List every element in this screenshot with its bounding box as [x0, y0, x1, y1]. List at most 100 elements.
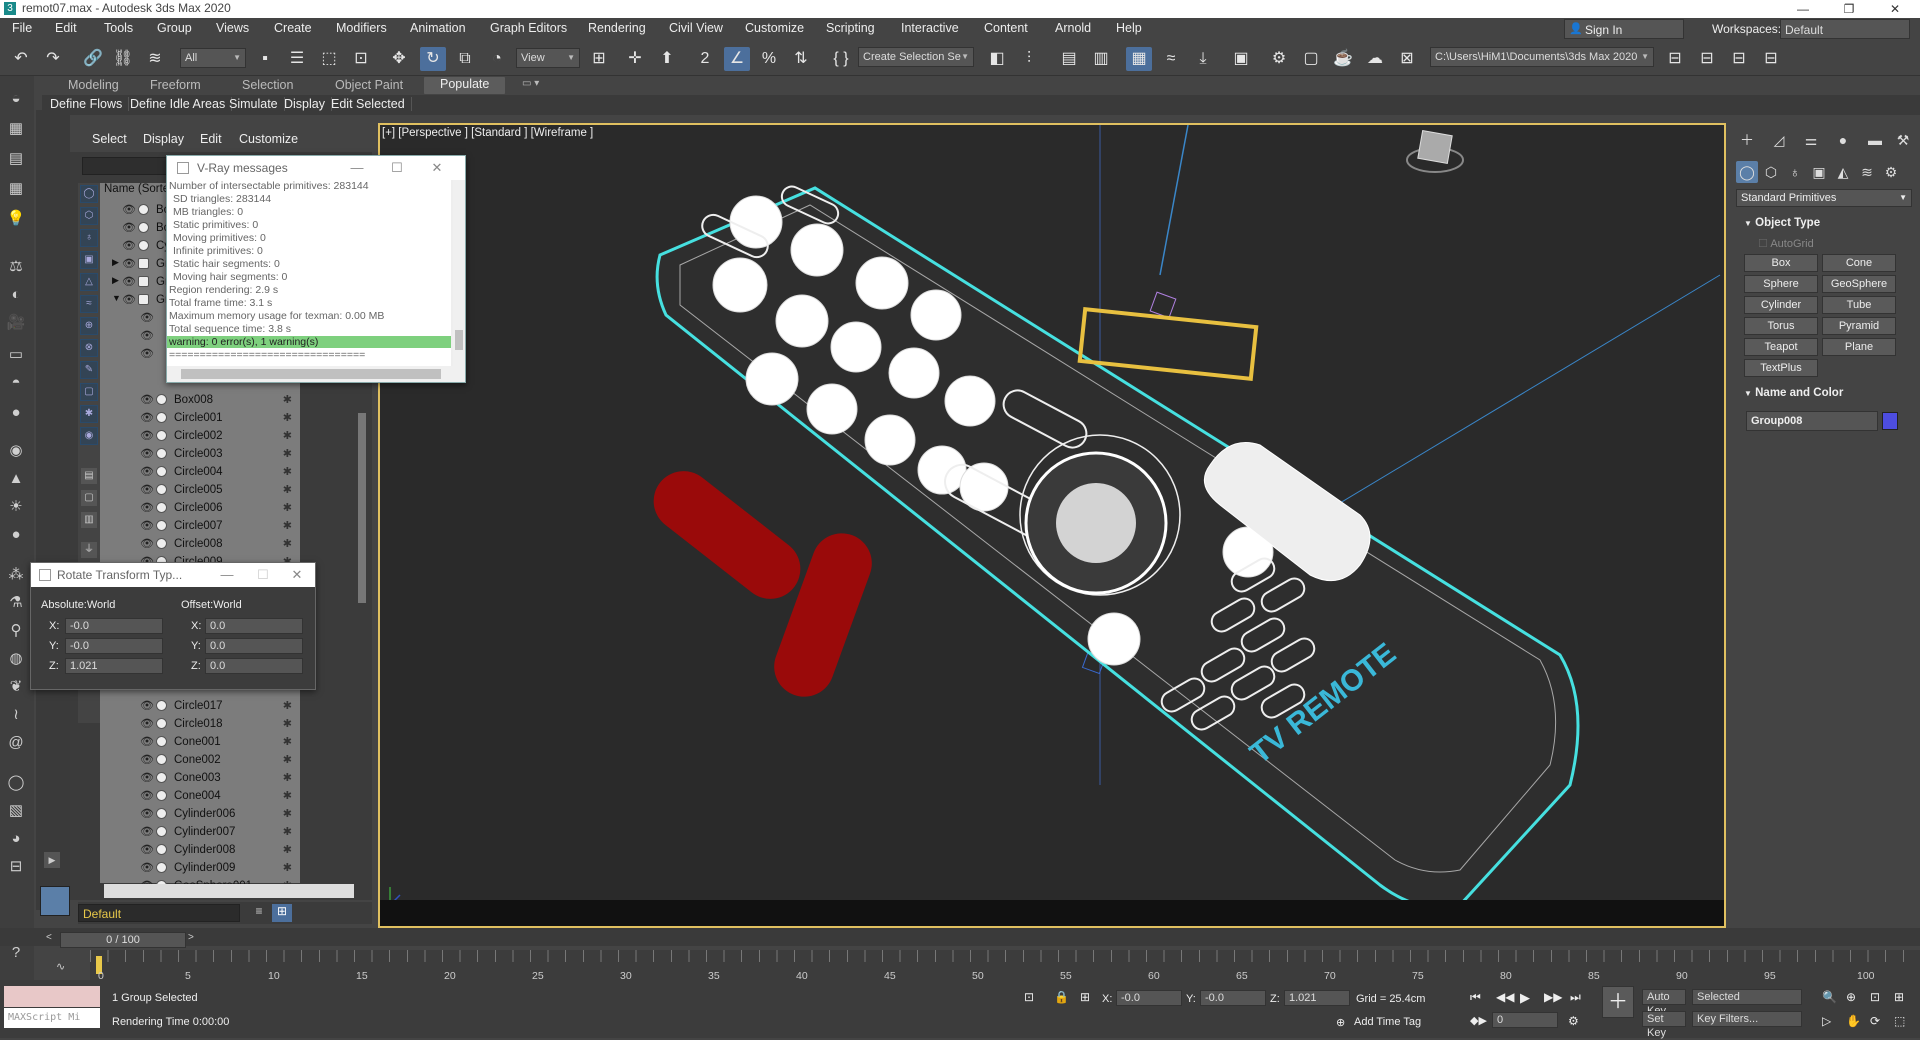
- play-icon[interactable]: ▶: [1520, 990, 1530, 1006]
- tab-selection[interactable]: Selection: [242, 78, 293, 92]
- helpers-icon[interactable]: ◭: [1832, 161, 1854, 183]
- scene-menu-customize[interactable]: Customize: [239, 132, 298, 146]
- menu-interactive[interactable]: Interactive: [901, 21, 959, 35]
- coord-z-field[interactable]: 1.021: [1284, 990, 1350, 1006]
- restore-icon[interactable]: ❐: [1826, 0, 1872, 18]
- rotate-minimize-icon[interactable]: —: [217, 566, 237, 584]
- table-row[interactable]: 👁 Cone003 ✱: [100, 769, 300, 787]
- menu-animation[interactable]: Animation: [410, 21, 466, 35]
- menu-modifiers[interactable]: Modifiers: [336, 21, 387, 35]
- filter-page-icon[interactable]: ▤: [80, 467, 98, 485]
- scale-icon[interactable]: ⧉: [452, 47, 478, 71]
- abs-z-spinner[interactable]: 1.021: [65, 658, 163, 674]
- menu-group[interactable]: Group: [157, 21, 192, 35]
- sphere-icon[interactable]: ●: [5, 402, 27, 424]
- table-row[interactable]: 👁 Cone004 ✱: [100, 787, 300, 805]
- render-cloud-icon[interactable]: ☁: [1362, 47, 1388, 71]
- box-button[interactable]: Box: [1744, 254, 1818, 272]
- project-settings-icon[interactable]: ⊟: [1758, 47, 1784, 71]
- hair-icon[interactable]: ≀: [5, 704, 27, 726]
- filter-all-icon[interactable]: ✱: [80, 405, 98, 423]
- tab-populate[interactable]: Populate: [424, 77, 506, 94]
- abs-x-spinner[interactable]: -0.0: [65, 618, 163, 634]
- table-row[interactable]: 👁 Circle007 ✱: [100, 517, 300, 535]
- table-row[interactable]: 👁 Circle017 ✱: [100, 697, 300, 715]
- display-tab-icon[interactable]: ▬: [1864, 129, 1886, 151]
- filter-lights-icon[interactable]: ♁: [80, 229, 98, 247]
- tab-object-paint[interactable]: Object Paint: [335, 78, 403, 92]
- menu-rendering[interactable]: Rendering: [588, 21, 646, 35]
- redo-icon[interactable]: ↷: [40, 47, 66, 71]
- move-icon[interactable]: ✥: [386, 47, 412, 71]
- script-icon[interactable]: ▧: [5, 800, 27, 822]
- maxscript-listener[interactable]: [4, 986, 100, 1007]
- filter-spacewarps-icon[interactable]: ≈: [80, 295, 98, 313]
- table-row[interactable]: 👁 Cylinder007 ✱: [100, 823, 300, 841]
- workspace-dropdown[interactable]: Default: [1780, 19, 1910, 39]
- rotate-maximize-icon[interactable]: ☐: [253, 566, 273, 584]
- scene-hscrollbar[interactable]: [104, 884, 354, 898]
- object-color-swatch[interactable]: [1882, 412, 1898, 430]
- table-row[interactable]: 👁 Cylinder008 ✱: [100, 841, 300, 859]
- menu-arnold[interactable]: Arnold: [1055, 21, 1091, 35]
- plane-button[interactable]: Plane: [1822, 338, 1896, 356]
- cone-icon[interactable]: ▲: [5, 468, 27, 490]
- set-key-button[interactable]: Set Key: [1642, 1011, 1686, 1039]
- vray-close-icon[interactable]: ✕: [427, 159, 447, 177]
- vray-vscrollbar[interactable]: [453, 180, 465, 366]
- maxscript-mini-input[interactable]: MAXScript Mi: [4, 1008, 100, 1028]
- zoom-extents-all-icon[interactable]: ⊞: [1894, 990, 1904, 1004]
- ribbon-options-icon[interactable]: ▭ ▾: [522, 78, 539, 89]
- teapot-button[interactable]: Teapot: [1744, 338, 1818, 356]
- physics-icon[interactable]: ⚗: [5, 592, 27, 614]
- filter-shapes-icon[interactable]: ⬡: [80, 207, 98, 225]
- toggle-ribbon-icon[interactable]: ▥: [1088, 47, 1114, 71]
- fov-icon[interactable]: ▷: [1822, 1014, 1831, 1028]
- autogrid-checkbox[interactable]: ☐ AutoGrid: [1758, 237, 1814, 250]
- helper-icon[interactable]: ⚲: [5, 620, 27, 642]
- layer-dropdown[interactable]: Default: [78, 904, 240, 922]
- filter-bones-icon[interactable]: ✎: [80, 361, 98, 379]
- sphere-button[interactable]: Sphere: [1744, 275, 1818, 293]
- systems-icon[interactable]: ⚙: [1880, 161, 1902, 183]
- time-prev-icon[interactable]: <: [46, 932, 52, 943]
- table-row[interactable]: 👁 Cylinder006 ✱: [100, 805, 300, 823]
- lock-icon[interactable]: 🔒: [1054, 990, 1069, 1004]
- off-z-spinner[interactable]: 0.0: [205, 658, 303, 674]
- filter-xrefs-icon[interactable]: ⊗: [80, 339, 98, 357]
- tag-icon[interactable]: ⊕: [1336, 1016, 1345, 1029]
- menu-views[interactable]: Views: [216, 21, 249, 35]
- edit-named-sets-icon[interactable]: { }: [828, 47, 854, 71]
- shapes-icon[interactable]: ⬡: [1760, 161, 1782, 183]
- table-row[interactable]: 👁 Circle005 ✱: [100, 481, 300, 499]
- rotate-title-bar[interactable]: Rotate Transform Typ... — ☐ ✕: [31, 563, 315, 587]
- filter-cameras-icon[interactable]: ▣: [80, 251, 98, 269]
- time-slider[interactable]: 0 / 100: [60, 932, 186, 948]
- angle-snap-icon[interactable]: ∠: [724, 47, 750, 71]
- scene-menu-display[interactable]: Display: [143, 132, 184, 146]
- panel-icon-3[interactable]: ▦: [5, 178, 27, 200]
- viewport-label[interactable]: [+] [Perspective ] [Standard ] [Wirefram…: [382, 127, 593, 139]
- geosphere-button[interactable]: GeoSphere: [1822, 275, 1896, 293]
- expand-arrow-icon[interactable]: ▶: [44, 852, 60, 868]
- tab-freeform[interactable]: Freeform: [150, 78, 201, 92]
- filter-visibility-icon[interactable]: ◉: [80, 427, 98, 445]
- pan-icon[interactable]: ✋: [1846, 1014, 1861, 1028]
- sphere-blue-icon[interactable]: ◯: [5, 772, 27, 794]
- add-time-tag[interactable]: Add Time Tag: [1354, 1016, 1421, 1028]
- absolute-mode-icon[interactable]: ⊞: [1080, 990, 1090, 1004]
- off-x-spinner[interactable]: 0.0: [205, 618, 303, 634]
- pivot-center-icon[interactable]: ⊞: [586, 47, 612, 71]
- lights-icon[interactable]: ♁: [1784, 161, 1806, 183]
- key-mode-dropdown[interactable]: Selected: [1692, 989, 1802, 1005]
- scene-column-header[interactable]: Name (Sorte: [104, 183, 169, 195]
- particles-icon[interactable]: ⁂: [5, 564, 27, 586]
- goto-start-icon[interactable]: ⏮: [1470, 990, 1481, 1005]
- tape-icon[interactable]: ⊟: [5, 856, 27, 878]
- menu-customize[interactable]: Customize: [745, 21, 804, 35]
- table-row[interactable]: 👁 Cone001 ✱: [100, 733, 300, 751]
- filter-geometry-icon[interactable]: ◯: [80, 185, 98, 203]
- menu-content[interactable]: Content: [984, 21, 1028, 35]
- define-idle-areas-button[interactable]: Define Idle Areas: [124, 97, 233, 111]
- plane-icon[interactable]: ▭: [5, 344, 27, 366]
